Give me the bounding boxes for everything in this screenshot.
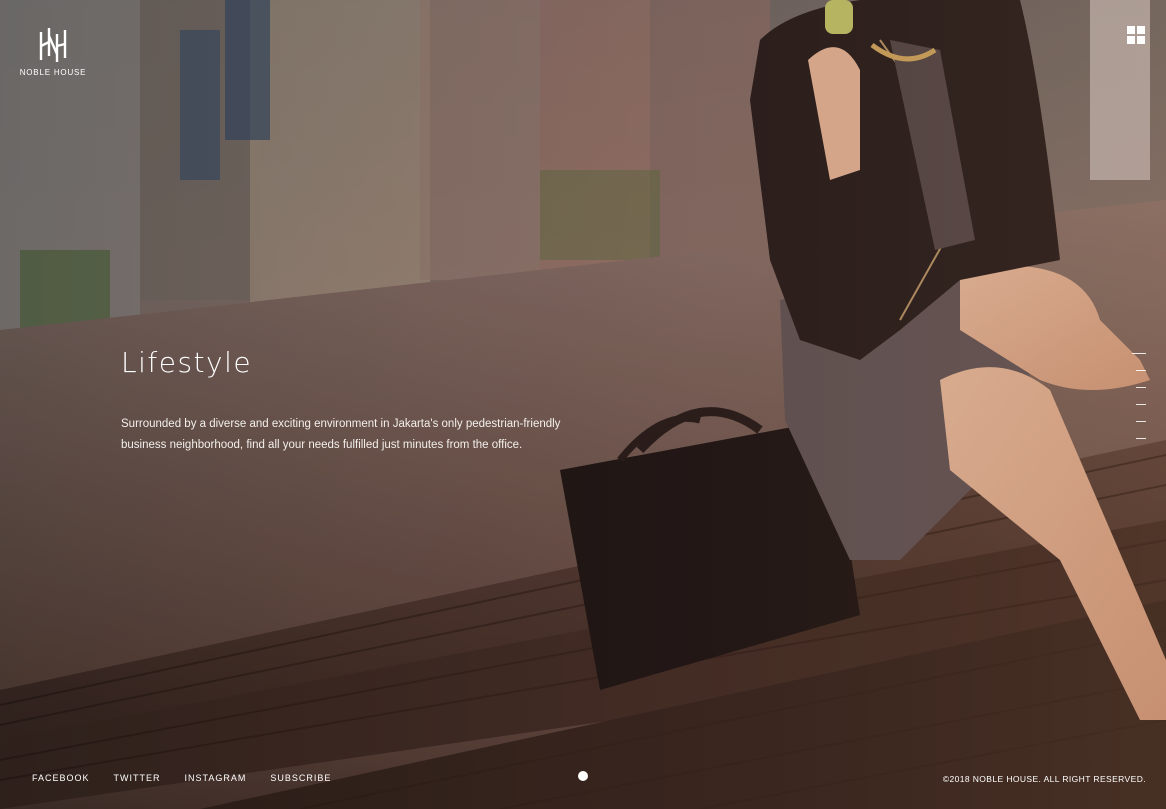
- slide-indicator-dot[interactable]: [578, 771, 588, 781]
- page-title: Lifestyle: [121, 346, 253, 379]
- nh-monogram-icon: [39, 28, 67, 62]
- twitter-link[interactable]: TWITTER: [114, 773, 161, 783]
- section-nav-item[interactable]: [1136, 421, 1146, 422]
- footer-social-links: FACEBOOK TWITTER INSTAGRAM SUBSCRIBE: [32, 773, 355, 783]
- instagram-link[interactable]: INSTAGRAM: [185, 773, 247, 783]
- background-photo: [0, 0, 1166, 809]
- grid-menu-icon[interactable]: [1127, 26, 1145, 44]
- brand-logo[interactable]: NOBLE HOUSE: [18, 26, 88, 77]
- section-nav-item[interactable]: [1136, 370, 1146, 371]
- section-nav-item[interactable]: [1136, 438, 1146, 439]
- facebook-link[interactable]: FACEBOOK: [32, 773, 90, 783]
- section-nav: [1132, 353, 1146, 455]
- section-nav-item[interactable]: [1136, 387, 1146, 388]
- section-nav-item[interactable]: [1132, 353, 1146, 354]
- copyright-text: ©2018 NOBLE HOUSE. ALL RIGHT RESERVED.: [942, 774, 1146, 784]
- section-description: Surrounded by a diverse and exciting env…: [121, 418, 561, 451]
- section-nav-item[interactable]: [1136, 404, 1146, 405]
- brand-name: NOBLE HOUSE: [19, 68, 87, 77]
- hero-section: NOBLE HOUSE Lifestyle Surrounded by a di…: [0, 0, 1166, 809]
- subscribe-link[interactable]: SUBSCRIBE: [270, 773, 331, 783]
